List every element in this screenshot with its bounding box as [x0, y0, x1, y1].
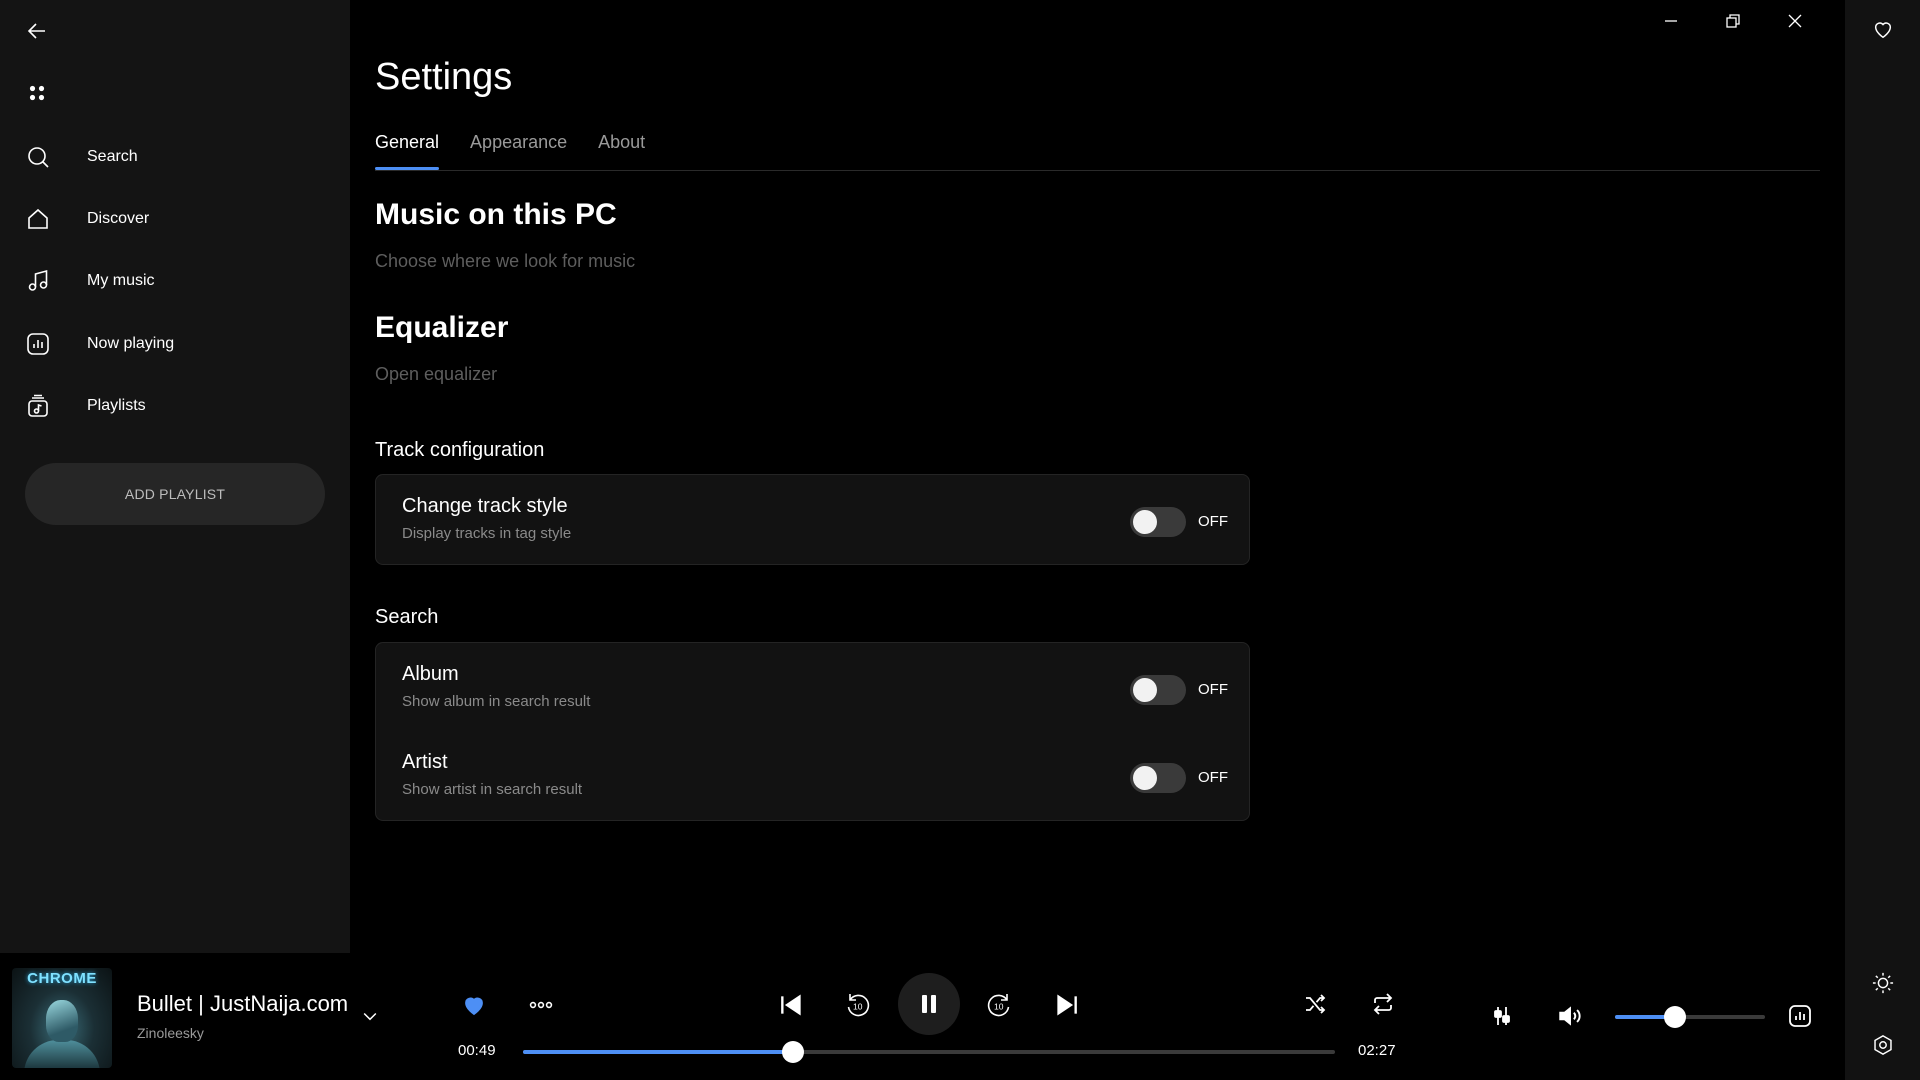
home-icon [26, 207, 50, 231]
expand-chevron-down-icon[interactable] [355, 1001, 385, 1031]
track-configuration-heading: Track configuration [375, 439, 545, 461]
artist-search-row: Artist Show artist in search result OFF [376, 741, 1249, 811]
setting-title: Artist [402, 751, 448, 773]
minimize-icon [1665, 20, 1677, 22]
tab-appearance[interactable]: Appearance [470, 132, 567, 170]
seek-progress [523, 1050, 794, 1054]
album-search-toggle[interactable] [1130, 675, 1186, 705]
seek-bar[interactable] [523, 1041, 1335, 1063]
tabs-divider [375, 170, 1820, 171]
now-playing-view-icon[interactable] [1783, 999, 1817, 1033]
sidebar-item-label: My music [87, 272, 155, 289]
previous-track-icon[interactable] [773, 987, 809, 1023]
sidebar-item-label: Discover [87, 210, 150, 227]
album-art-title: CHROME [27, 970, 97, 987]
setting-description: Display tracks in tag style [402, 525, 572, 542]
playlist-icon [26, 394, 50, 418]
toggle-state-label: OFF [1198, 513, 1228, 530]
toggle-state-label: OFF [1198, 681, 1228, 698]
music-note-icon [26, 269, 50, 293]
search-heading: Search [375, 606, 439, 628]
sidebar-item-search[interactable]: Search [0, 131, 350, 183]
page-title: Settings [375, 56, 513, 98]
sidebar-item-label: Search [87, 148, 138, 165]
track-title[interactable]: Bullet | JustNaija.com [137, 991, 348, 1017]
tab-about[interactable]: About [598, 132, 645, 170]
rewind-10-icon[interactable]: 10 [840, 987, 876, 1023]
sidebar-item-discover[interactable]: Discover [0, 193, 350, 245]
now-playing-icon [26, 332, 50, 356]
like-heart-icon[interactable] [458, 989, 490, 1021]
apps-dots-icon[interactable] [20, 76, 54, 110]
next-track-icon[interactable] [1049, 987, 1085, 1023]
minimize-button[interactable] [1648, 6, 1694, 36]
restore-icon [1726, 14, 1740, 28]
right-rail [1845, 0, 1920, 1080]
equalizer-heading: Equalizer [375, 311, 509, 344]
open-equalizer-link[interactable]: Open equalizer [375, 364, 497, 385]
setting-title: Change track style [402, 495, 568, 517]
pause-icon [922, 995, 936, 1013]
setting-description: Show artist in search result [402, 781, 583, 798]
volume-slider[interactable] [1615, 1006, 1765, 1028]
album-art-head [46, 1000, 78, 1042]
toggle-knob [1133, 678, 1157, 702]
artist-search-toggle[interactable] [1130, 763, 1186, 793]
sidebar: Search Discover My music Now playing Pla… [0, 0, 350, 953]
setting-title: Album [402, 663, 459, 685]
volume-icon[interactable] [1553, 999, 1587, 1033]
sidebar-item-playlists[interactable]: Playlists [0, 380, 350, 432]
more-options-icon[interactable] [525, 989, 557, 1021]
change-track-style-row: Change track style Display tracks in tag… [376, 485, 1249, 555]
close-button[interactable] [1772, 6, 1818, 36]
sidebar-item-my-music[interactable]: My music [0, 255, 350, 307]
toggle-state-label: OFF [1198, 769, 1228, 786]
total-time: 02:27 [1358, 1042, 1396, 1059]
restore-button[interactable] [1710, 6, 1756, 36]
setting-description: Show album in search result [402, 693, 591, 710]
track-artist[interactable]: Zinoleesky [137, 1025, 204, 1041]
tab-general[interactable]: General [375, 132, 440, 170]
svg-text:10: 10 [853, 1002, 863, 1012]
album-search-row: Album Show album in search result OFF [376, 653, 1249, 723]
change-track-style-toggle[interactable] [1130, 507, 1186, 537]
seek-thumb[interactable] [782, 1041, 805, 1063]
settings-tabs: General Appearance About [375, 132, 676, 170]
add-playlist-button[interactable]: ADD PLAYLIST [25, 463, 325, 525]
brightness-icon[interactable] [1870, 970, 1896, 996]
equalizer-sliders-icon[interactable] [1485, 999, 1519, 1033]
choose-music-folders-link[interactable]: Choose where we look for music [375, 251, 635, 272]
heart-outline-icon[interactable] [1870, 16, 1896, 42]
settings-hex-icon[interactable] [1870, 1032, 1896, 1058]
music-on-pc-heading: Music on this PC [375, 198, 617, 231]
album-art-figure [24, 1040, 100, 1068]
forward-10-icon[interactable]: 10 [981, 987, 1017, 1023]
sidebar-item-label: Playlists [87, 397, 146, 414]
toggle-knob [1133, 510, 1157, 534]
sidebar-item-label: Now playing [87, 335, 175, 352]
sidebar-item-now-playing[interactable]: Now playing [0, 318, 350, 370]
search-card: Album Show album in search result OFF Ar… [375, 642, 1250, 821]
back-arrow-icon[interactable] [20, 14, 54, 48]
elapsed-time: 00:49 [458, 1042, 496, 1059]
track-configuration-card: Change track style Display tracks in tag… [375, 474, 1250, 565]
repeat-icon[interactable] [1366, 987, 1400, 1021]
pause-button[interactable] [898, 973, 960, 1035]
close-icon [1788, 14, 1802, 28]
album-art[interactable]: CHROME [12, 968, 112, 1068]
toggle-knob [1133, 766, 1157, 790]
shuffle-icon[interactable] [1298, 987, 1332, 1021]
volume-thumb[interactable] [1664, 1006, 1686, 1028]
svg-text:10: 10 [994, 1002, 1004, 1012]
player-bar: CHROME Bullet | JustNaija.com Zinoleesky… [0, 953, 1845, 1080]
search-icon [26, 145, 50, 169]
